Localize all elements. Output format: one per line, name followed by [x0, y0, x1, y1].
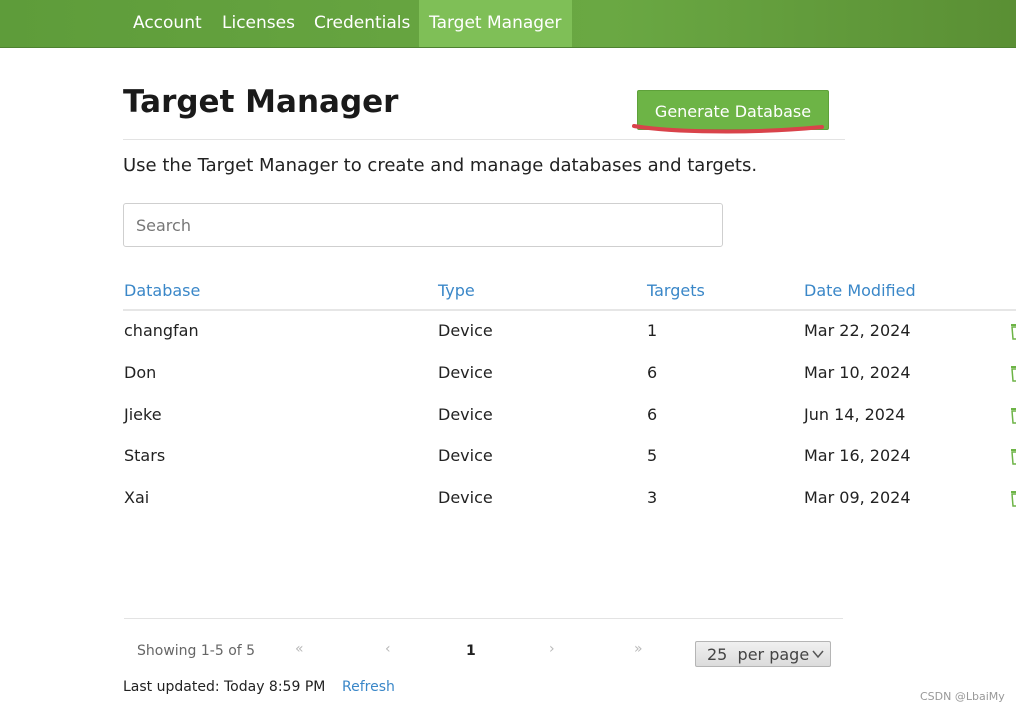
- cell-type: Device: [438, 363, 493, 382]
- watermark: CSDN @LbaiMy: [920, 690, 1005, 703]
- cell-targets: 6: [647, 363, 658, 382]
- pagination-next-button[interactable]: ›: [549, 641, 555, 657]
- column-header-date-modified[interactable]: Date Modified: [804, 281, 916, 300]
- pagination-last-button[interactable]: »: [634, 641, 643, 657]
- table-header-divider: [123, 309, 1016, 311]
- cell-date-modified: Mar 10, 2024: [804, 363, 911, 382]
- cell-database: Stars: [124, 446, 166, 465]
- cell-type: Device: [438, 488, 493, 507]
- trash-icon[interactable]: [1010, 406, 1016, 424]
- cell-database: Xai: [124, 488, 150, 507]
- refresh-link[interactable]: Refresh: [342, 679, 395, 695]
- cell-database: Don: [124, 363, 157, 382]
- cell-date-modified: Mar 16, 2024: [804, 446, 911, 465]
- per-page-select[interactable]: 25 per page: [695, 641, 831, 667]
- nav-tab-target-manager[interactable]: Target Manager: [419, 0, 572, 47]
- cell-type: Device: [438, 405, 493, 424]
- pagination-showing-text: Showing 1-5 of 5: [137, 643, 256, 659]
- cell-database: changfan: [124, 321, 199, 340]
- pagination-prev-button[interactable]: ‹: [385, 641, 391, 657]
- cell-date-modified: Jun 14, 2024: [804, 405, 906, 424]
- footer-divider: [124, 618, 843, 619]
- trash-icon[interactable]: [1010, 447, 1016, 465]
- trash-icon[interactable]: [1010, 489, 1016, 507]
- page-description: Use the Target Manager to create and man…: [123, 155, 758, 176]
- table-row[interactable]: Jieke Device 6 Jun 14, 2024: [0, 405, 1016, 447]
- cell-targets: 5: [647, 446, 658, 465]
- search-input[interactable]: [123, 203, 723, 247]
- cell-date-modified: Mar 09, 2024: [804, 488, 911, 507]
- top-navigation-bar: Account Licenses Credentials Target Mana…: [0, 0, 1016, 48]
- cell-targets: 1: [647, 321, 658, 340]
- cell-date-modified: Mar 22, 2024: [804, 321, 911, 340]
- table-row[interactable]: Don Device 6 Mar 10, 2024: [0, 363, 1016, 405]
- nav-tab-credentials[interactable]: Credentials: [314, 0, 410, 47]
- column-header-type[interactable]: Type: [438, 281, 475, 300]
- table-row[interactable]: Xai Device 3 Mar 09, 2024: [0, 488, 1016, 530]
- table-row[interactable]: Stars Device 5 Mar 16, 2024: [0, 446, 1016, 488]
- title-divider: [123, 139, 845, 140]
- pagination-first-button[interactable]: «: [295, 641, 304, 657]
- cell-type: Device: [438, 321, 493, 340]
- last-updated-text: Last updated: Today 8:59 PM: [123, 679, 326, 695]
- trash-icon[interactable]: [1010, 322, 1016, 340]
- cell-type: Device: [438, 446, 493, 465]
- chevron-down-icon: [812, 650, 824, 659]
- trash-icon[interactable]: [1010, 364, 1016, 382]
- red-underline-annotation: [632, 124, 824, 134]
- pagination-current-page[interactable]: 1: [466, 643, 476, 659]
- per-page-value: 25 per page: [707, 645, 810, 664]
- cell-targets: 6: [647, 405, 658, 424]
- nav-tab-account[interactable]: Account: [133, 0, 202, 47]
- cell-targets: 3: [647, 488, 658, 507]
- page-title: Target Manager: [123, 84, 399, 120]
- nav-tab-licenses[interactable]: Licenses: [222, 0, 295, 47]
- column-header-targets[interactable]: Targets: [647, 281, 705, 300]
- cell-database: Jieke: [124, 405, 162, 424]
- table-row[interactable]: changfan Device 1 Mar 22, 2024: [0, 321, 1016, 363]
- column-header-database[interactable]: Database: [124, 281, 200, 300]
